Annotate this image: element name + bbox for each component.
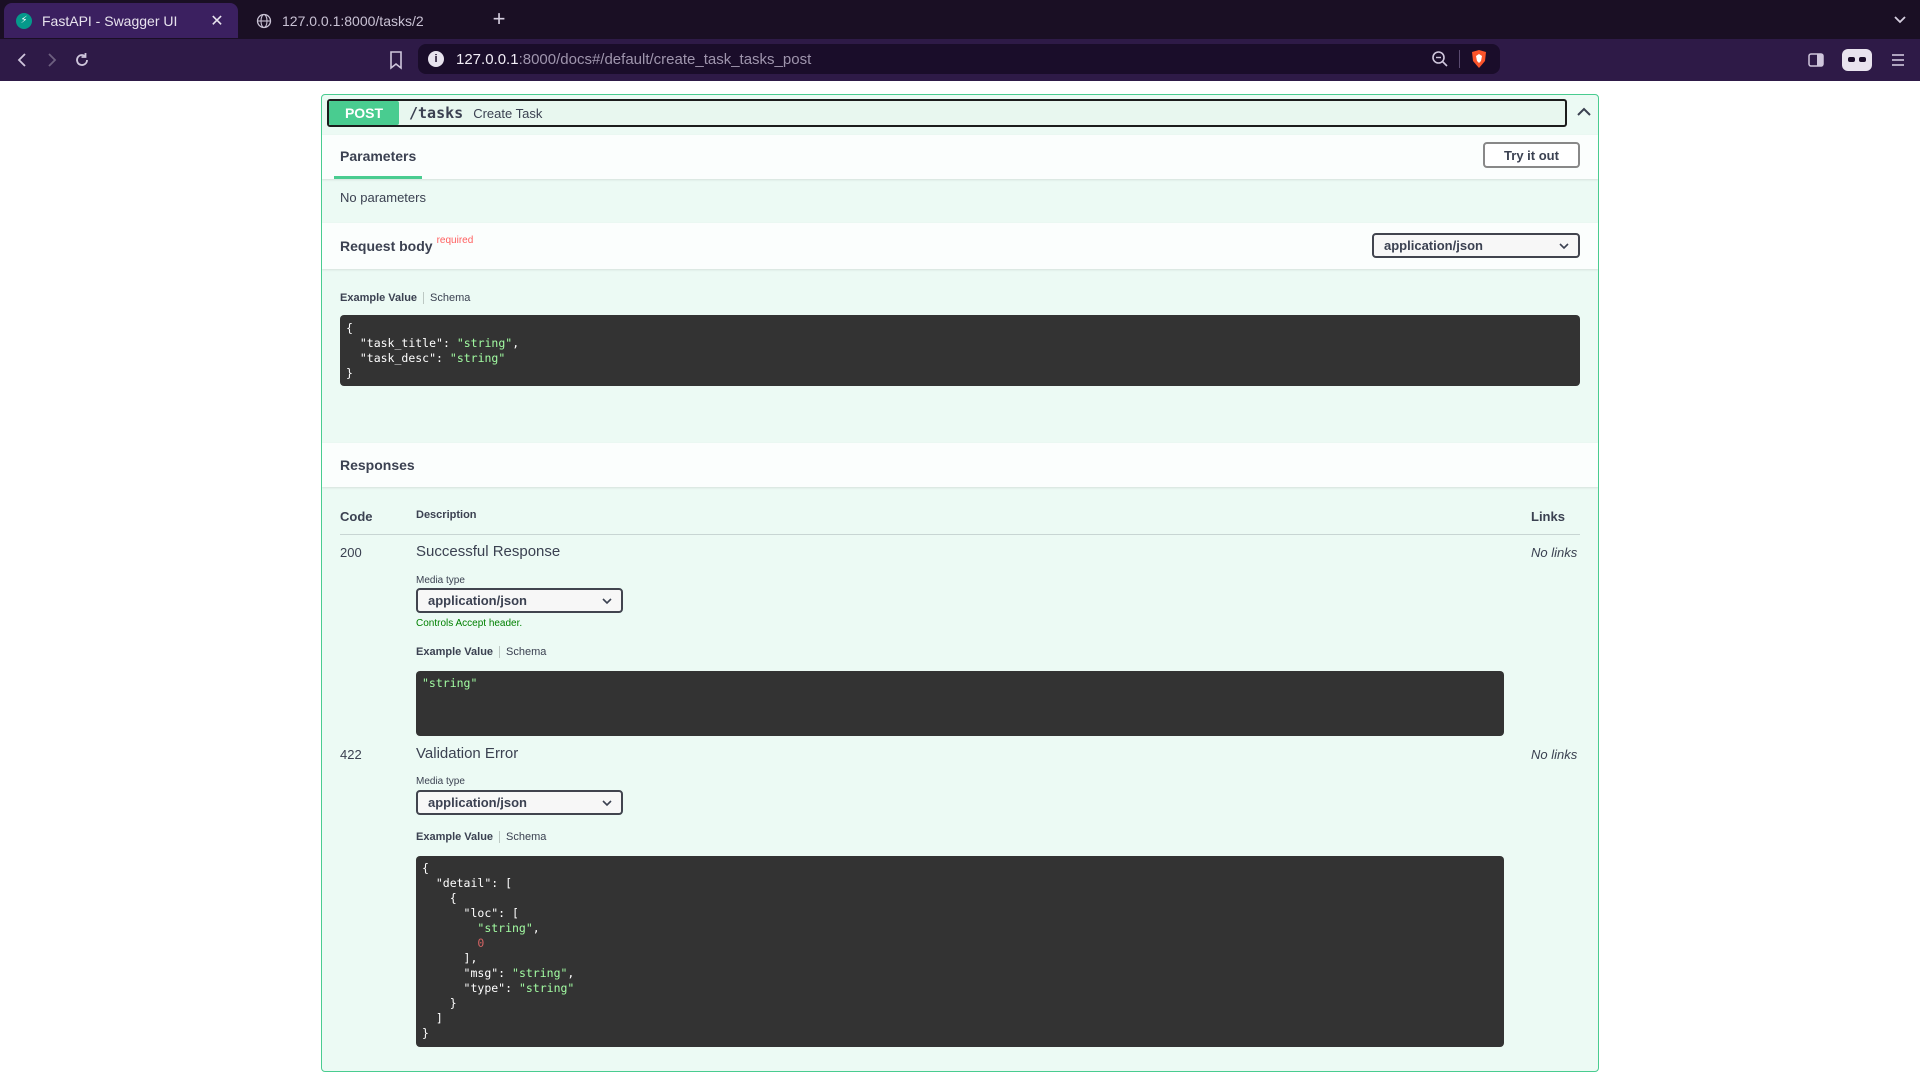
task-title-value: "string" — [456, 336, 513, 350]
chevron-down-icon — [1559, 243, 1569, 250]
url-text[interactable]: 127.0.0.1:8000/docs#/default/create_task… — [456, 51, 1431, 68]
parameters-section-header: Parameters Try it out — [322, 135, 1598, 179]
request-content-type-value: application/json — [1384, 238, 1483, 253]
browser-toolbar: i 127.0.0.1:8000/docs#/default/create_ta… — [0, 39, 1920, 81]
controls-accept-header-text: Controls Accept header. — [416, 618, 523, 629]
request-content-type-select[interactable]: application/json — [1372, 233, 1580, 258]
response-code-422: 422 — [340, 747, 362, 762]
tab-title: FastAPI - Swagger UI — [42, 12, 178, 29]
no-parameters-text: No parameters — [340, 190, 426, 205]
tab-separator — [499, 831, 501, 843]
wallet-icon[interactable] — [1842, 49, 1872, 71]
menu-icon[interactable] — [1886, 48, 1910, 72]
response-422-media-type-select[interactable]: application/json — [416, 790, 623, 815]
globe-icon — [256, 13, 272, 28]
request-example-tabs: Example Value Schema — [340, 292, 470, 304]
response-links-200: No links — [1531, 545, 1578, 560]
reload-icon[interactable] — [72, 50, 92, 70]
response-links-422: No links — [1531, 747, 1578, 762]
address-bar[interactable]: i 127.0.0.1:8000/docs#/default/create_ta… — [418, 44, 1500, 74]
response-200-example-tabs: Example Value Schema — [416, 646, 546, 658]
parameters-tab-label: Parameters — [340, 147, 417, 164]
new-tab-button[interactable]: + — [488, 8, 510, 30]
response-422-example-code: { "detail": [ { "loc": [ "string", 0 ], … — [416, 856, 1504, 1047]
parameters-tab[interactable]: Parameters — [334, 135, 423, 179]
chevron-down-icon — [602, 598, 612, 605]
response-description-422: Validation Error — [416, 745, 519, 762]
url-divider — [1459, 50, 1460, 68]
tab-list-chevron-icon[interactable] — [1890, 9, 1910, 29]
operation-summary[interactable]: POST /tasks Create Task — [327, 99, 1567, 127]
request-body-title: Request body — [340, 238, 433, 254]
col-header-links: Links — [1531, 509, 1565, 524]
media-type-label: Media type — [416, 776, 465, 787]
zoom-icon[interactable] — [1431, 50, 1449, 68]
tab-separator — [499, 646, 501, 658]
response-422-schema-tab[interactable]: Schema — [506, 831, 546, 843]
tab-separator — [423, 292, 425, 304]
task-desc-value: "string" — [449, 351, 506, 365]
site-info-icon[interactable]: i — [428, 51, 444, 67]
tab-swagger-ui[interactable]: ⚡ FastAPI - Swagger UI ✕ — [4, 3, 238, 38]
operation-summary-text: Create Task — [473, 105, 543, 121]
chevron-down-icon — [602, 800, 612, 807]
request-schema-tab[interactable]: Schema — [430, 292, 470, 304]
close-tab-icon[interactable]: ✕ — [208, 12, 226, 30]
request-example-code: { "task_title": "string", "task_desc": "… — [340, 315, 1580, 386]
response-200-example-code: "string" — [416, 671, 1504, 736]
forward-arrow-icon[interactable] — [42, 50, 62, 70]
response-200-schema-tab[interactable]: Schema — [506, 646, 546, 658]
response-description-200: Successful Response — [416, 543, 561, 560]
fastapi-favicon-icon: ⚡ — [16, 12, 32, 29]
tab-title: 127.0.0.1:8000/tasks/2 — [282, 12, 424, 29]
operation-block-post-tasks: POST /tasks Create Task Parameters Try i… — [321, 94, 1599, 1072]
back-arrow-icon[interactable] — [12, 50, 32, 70]
responses-title: Responses — [340, 457, 415, 473]
browser-tab-bar: ⚡ FastAPI - Swagger UI ✕ 127.0.0.1:8000/… — [0, 0, 1920, 39]
brave-shields-icon[interactable] — [1470, 49, 1488, 69]
response-200-example-value: "string" — [422, 676, 478, 690]
table-header-divider — [340, 534, 1580, 535]
response-422-example-value-tab[interactable]: Example Value — [416, 831, 493, 843]
bookmark-icon[interactable] — [388, 50, 404, 70]
responses-section-header: Responses — [322, 443, 1598, 487]
required-badge: required — [436, 234, 474, 246]
request-example-value-tab[interactable]: Example Value — [340, 292, 417, 304]
response-200-example-value-tab[interactable]: Example Value — [416, 646, 493, 658]
response-200-media-type-value: application/json — [428, 593, 527, 608]
tab-tasks-2[interactable]: 127.0.0.1:8000/tasks/2 — [244, 3, 478, 38]
col-header-description: Description — [416, 509, 477, 521]
sidebar-toggle-icon[interactable] — [1804, 48, 1828, 72]
collapse-chevron-up-icon[interactable] — [1573, 101, 1595, 123]
try-it-out-button[interactable]: Try it out — [1483, 142, 1580, 168]
method-badge: POST — [329, 101, 399, 125]
response-422-media-type-value: application/json — [428, 795, 527, 810]
media-type-label: Media type — [416, 575, 465, 586]
col-header-code: Code — [340, 509, 373, 524]
response-422-example-tabs: Example Value Schema — [416, 831, 546, 843]
response-200-media-type-select[interactable]: application/json — [416, 588, 623, 613]
response-code-200: 200 — [340, 545, 362, 560]
operation-path: /tasks — [409, 104, 464, 122]
